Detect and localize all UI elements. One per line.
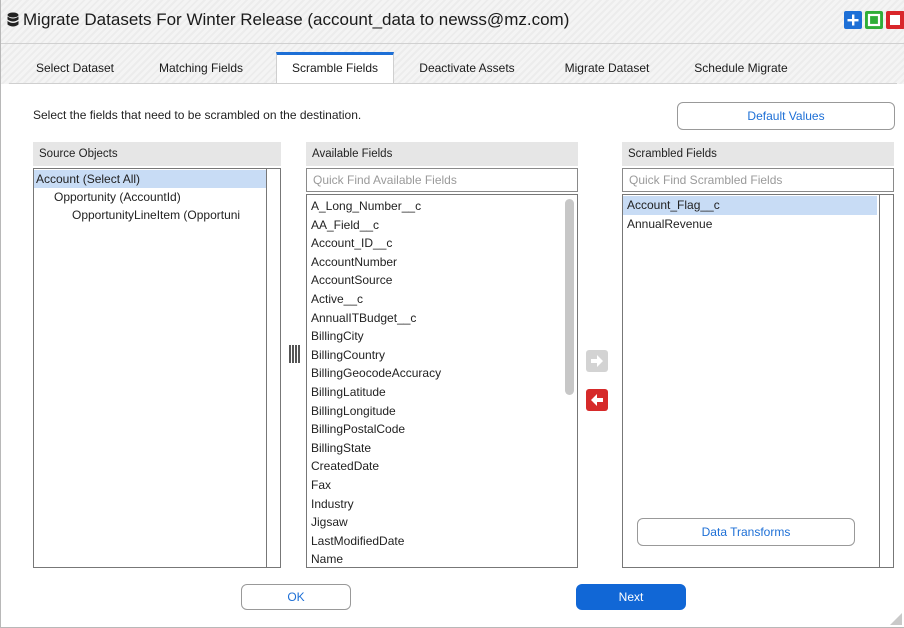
database-icon — [7, 12, 19, 27]
available-fields-header: Available Fields — [306, 142, 578, 166]
scrambled-fields-search-input[interactable]: Quick Find Scrambled Fields — [622, 168, 894, 192]
available-field-item[interactable]: BillingLatitude — [307, 383, 386, 402]
next-button[interactable]: Next — [576, 584, 686, 610]
available-field-item[interactable]: BillingLongitude — [307, 402, 396, 421]
tab-migrate-dataset[interactable]: Migrate Dataset — [547, 56, 667, 84]
tab-divider — [9, 83, 897, 84]
tree-item-opportunity[interactable]: Opportunity (AccountId) — [34, 188, 181, 206]
available-fields-list[interactable]: A_Long_Number__c AA_Field__c Account_ID__c… — [306, 194, 578, 568]
scrambled-fields-header: Scrambled Fields — [622, 142, 894, 166]
add-to-scrambled-button[interactable] — [586, 350, 608, 372]
close-icon[interactable] — [886, 11, 904, 29]
available-fields-scrollbar[interactable] — [563, 195, 577, 567]
instruction-text: Select the fields that need to be scramb… — [33, 108, 362, 122]
available-field-item[interactable]: A_Long_Number__c — [307, 197, 421, 216]
tab-bar: Select Dataset Matching Fields Scramble … — [1, 44, 904, 84]
ok-button[interactable]: OK — [241, 584, 351, 610]
scrambled-field-item[interactable]: Account_Flag__c — [623, 196, 877, 215]
available-field-item[interactable]: BillingPostalCode — [307, 420, 405, 439]
available-field-item[interactable]: Jigsaw — [307, 513, 348, 532]
tree-item-account[interactable]: Account (Select All) — [34, 170, 266, 188]
tab-matching-fields[interactable]: Matching Fields — [145, 56, 257, 84]
scrambled-field-item[interactable]: AnnualRevenue — [623, 215, 712, 234]
available-field-item[interactable]: CreatedDate — [307, 457, 379, 476]
available-field-item[interactable]: AA_Field__c — [307, 216, 379, 235]
available-field-item[interactable]: Account_ID__c — [307, 234, 392, 253]
available-fields-search-input[interactable]: Quick Find Available Fields — [306, 168, 578, 192]
available-field-item[interactable]: LastModifiedDate — [307, 532, 404, 551]
available-field-item[interactable]: BillingCountry — [307, 346, 385, 365]
available-field-item[interactable]: BillingCity — [307, 327, 364, 346]
available-field-item[interactable]: AccountSource — [307, 271, 392, 290]
panel-splitter-handle[interactable] — [289, 345, 300, 363]
tab-deactivate-assets[interactable]: Deactivate Assets — [405, 56, 529, 84]
available-field-item[interactable]: AnnualITBudget__c — [307, 309, 416, 328]
scrambled-fields-list[interactable]: Account_Flag__c AnnualRevenue — [622, 194, 894, 568]
default-values-button[interactable]: Default Values — [677, 102, 895, 130]
source-scrollbar[interactable] — [266, 169, 280, 567]
tab-schedule-migrate[interactable]: Schedule Migrate — [677, 56, 805, 84]
source-objects-tree[interactable]: Account (Select All) Opportunity (Accoun… — [33, 168, 281, 568]
arrow-right-icon — [591, 355, 603, 367]
tree-item-opportunity-line-item[interactable]: OpportunityLineItem (Opportuni — [34, 206, 240, 224]
available-field-item[interactable]: Industry — [307, 495, 354, 514]
remove-from-scrambled-button[interactable] — [586, 389, 608, 411]
migrate-dialog: Migrate Datasets For Winter Release (acc… — [0, 0, 904, 628]
available-field-item[interactable]: BillingGeocodeAccuracy — [307, 364, 441, 383]
arrow-left-icon — [591, 394, 603, 406]
add-icon[interactable] — [844, 11, 862, 29]
maximize-icon[interactable] — [865, 11, 883, 29]
source-objects-header: Source Objects — [33, 142, 281, 166]
available-field-item[interactable]: Name — [307, 550, 343, 567]
available-field-item[interactable]: AccountNumber — [307, 253, 397, 272]
available-field-item[interactable]: Active__c — [307, 290, 363, 309]
title-bar: Migrate Datasets For Winter Release (acc… — [1, 0, 904, 44]
resize-grip-icon[interactable] — [888, 611, 902, 625]
window-title: Migrate Datasets For Winter Release (acc… — [23, 10, 570, 29]
tab-scramble-fields[interactable]: Scramble Fields — [276, 52, 394, 84]
scrambled-fields-scrollbar[interactable] — [879, 195, 893, 567]
scrollbar-thumb[interactable] — [565, 199, 574, 395]
available-field-item[interactable]: Fax — [307, 476, 331, 495]
data-transforms-button[interactable]: Data Transforms — [637, 518, 855, 546]
available-field-item[interactable]: BillingState — [307, 439, 371, 458]
tab-select-dataset[interactable]: Select Dataset — [23, 56, 127, 84]
